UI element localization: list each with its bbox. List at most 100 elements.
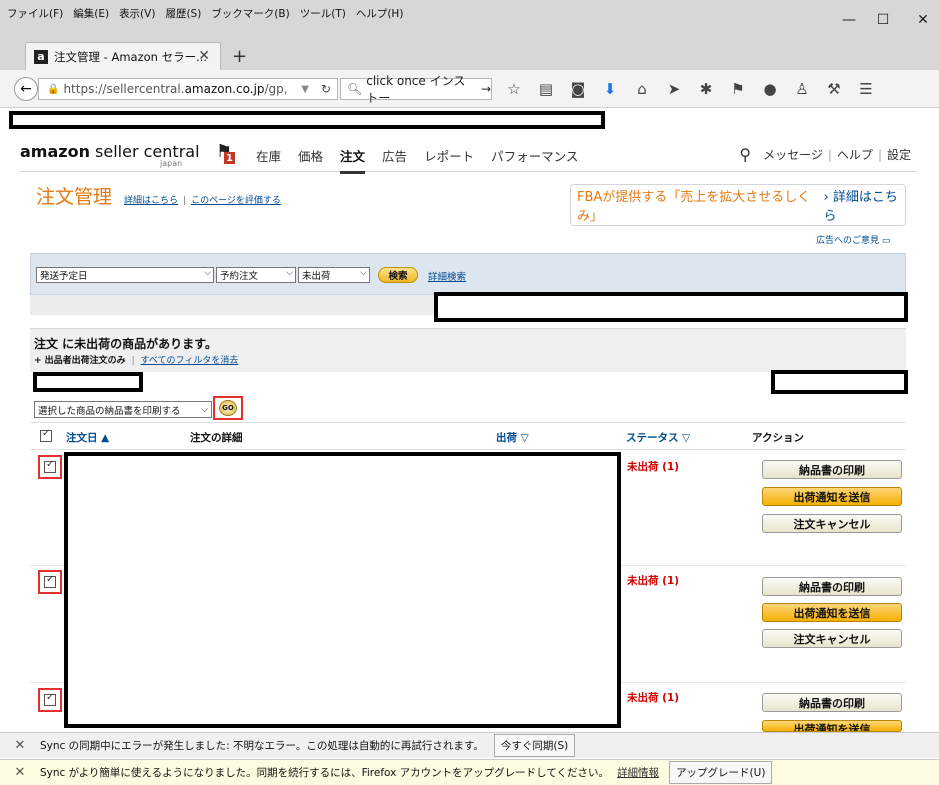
- seller-central-header: amazon seller central japan ⚑1 在庫 価格 注文 …: [20, 138, 917, 174]
- tab-close-icon[interactable]: ✕: [198, 48, 210, 64]
- back-button[interactable]: ←: [14, 77, 38, 101]
- menu-icon[interactable]: ☰: [850, 80, 882, 98]
- col-status[interactable]: ステータス ▽: [626, 430, 690, 445]
- col-order-date[interactable]: 注文日 ▲: [66, 430, 109, 445]
- lock-icon: 🔒: [47, 83, 60, 95]
- status-value: 未出荷: [302, 271, 331, 282]
- link-help[interactable]: ヘルプ: [837, 146, 873, 163]
- cancel-order-button[interactable]: 注文キャンセル: [762, 629, 902, 648]
- translate-icon[interactable]: ⚑: [722, 80, 754, 98]
- reading-list-icon[interactable]: ▤: [530, 80, 562, 98]
- pocket-icon[interactable]: ◙: [562, 80, 594, 98]
- logo-main: amazon: [20, 142, 90, 161]
- table-header: 注文日 ▲ 注文の詳細 出荷 ▽ ステータス ▽ アクション: [30, 422, 906, 450]
- reload-icon[interactable]: ↻: [321, 82, 331, 96]
- logo-region: japan: [160, 159, 183, 168]
- header-right-links: ⚲ メッセージ | ヘルプ | 設定: [739, 145, 911, 164]
- redacted-area: [434, 292, 908, 322]
- link-messages[interactable]: メッセージ: [763, 146, 823, 163]
- back-arrow-icon: ←: [20, 81, 32, 97]
- link-settings[interactable]: 設定: [887, 146, 911, 163]
- link-rate-page[interactable]: このページを評価する: [191, 196, 281, 206]
- amazon-seller-central-logo[interactable]: amazon seller central japan: [20, 142, 200, 168]
- nav-pricing[interactable]: 価格: [298, 146, 323, 174]
- alert-heading: 注文 に未出荷の商品があります。: [34, 337, 217, 351]
- navigation-bar: ← 🔒 https://sellercentral. amazon.co.jp/g…: [0, 70, 939, 108]
- link-details[interactable]: 詳細はこちら: [124, 196, 178, 206]
- url-domain: amazon.co.jp: [184, 82, 265, 96]
- advanced-search-link[interactable]: 詳細検索: [428, 269, 466, 283]
- clear-filters-link[interactable]: すべてのフィルタを消去: [140, 356, 238, 366]
- preorder-value: 予約注文: [220, 271, 259, 282]
- date-filter-select[interactable]: 発送予定日 ⌵: [36, 267, 214, 283]
- search-button[interactable]: 検索: [378, 267, 418, 283]
- chat-icon[interactable]: ●: [754, 80, 786, 98]
- send-icon[interactable]: ➤: [658, 80, 690, 98]
- redacted-area: [33, 372, 143, 392]
- send-shipping-notice-button[interactable]: 出荷通知を送信: [762, 720, 902, 732]
- seller-nav: 在庫 価格 注文 広告 レポート パフォーマンス: [256, 146, 595, 174]
- ad-feedback-link[interactable]: 広告へのご意見 ▭: [816, 233, 890, 246]
- row-checkbox[interactable]: [38, 688, 62, 712]
- menu-history[interactable]: 履歴(S): [160, 6, 206, 21]
- send-shipping-notice-button[interactable]: 出荷通知を送信: [762, 487, 902, 506]
- alert-subline: + 出品者出荷注文のみ | すべてのフィルタを消去: [34, 356, 239, 366]
- row-checkbox[interactable]: [38, 455, 62, 479]
- print-invoice-button[interactable]: 納品書の印刷: [762, 577, 902, 596]
- nav-reports[interactable]: レポート: [424, 146, 474, 174]
- print-invoice-button[interactable]: 納品書の印刷: [762, 460, 902, 479]
- row-status: 未出荷 (1): [627, 692, 680, 704]
- nav-advertising[interactable]: 広告: [382, 146, 407, 174]
- account-icon[interactable]: ♙: [786, 80, 818, 98]
- upgrade-button[interactable]: アップグレード(U): [669, 761, 773, 784]
- print-invoice-button[interactable]: 納品書の印刷: [762, 693, 902, 712]
- toolbar-icons: ☆ ▤ ◙ ⬇ ⌂ ➤ ✱ ⚑ ● ♙ ⚒ ☰: [498, 78, 882, 100]
- cancel-order-button[interactable]: 注文キャンセル: [762, 514, 902, 533]
- url-dropdown-icon[interactable]: ▼: [301, 84, 309, 95]
- menu-file[interactable]: ファイル(F): [2, 6, 68, 21]
- tab-order-management[interactable]: a 注文管理 - Amazon セラー... ✕: [25, 42, 221, 70]
- home-icon[interactable]: ⌂: [626, 80, 658, 98]
- page-title: 注文管理: [36, 186, 113, 208]
- go-button[interactable]: GO: [219, 400, 237, 416]
- status-select[interactable]: 未出荷 ⌵: [298, 267, 370, 283]
- bulk-action-select[interactable]: 選択した商品の納品書を印刷する ⌵: [34, 401, 212, 418]
- sync-upgrade-bar: ✕ Sync がより簡単に使えるようになりました。同期を続行するには、Firef…: [0, 759, 939, 785]
- menu-help[interactable]: ヘルプ(H): [351, 6, 409, 21]
- extension-icon[interactable]: ✱: [690, 80, 722, 98]
- menu-tools[interactable]: ツール(T): [295, 6, 351, 21]
- col-order-details: 注文の詳細: [190, 432, 243, 444]
- flag-icon[interactable]: ⚑1: [216, 141, 235, 164]
- search-bar[interactable]: 🔍︎ click once インストー →: [340, 74, 492, 105]
- fba-promo-banner[interactable]: FBAが提供する「売上を拡大させるしくみ」 › 詳細はこちら: [570, 184, 906, 226]
- sync-now-button[interactable]: 今すぐ同期(S): [493, 734, 576, 757]
- send-shipping-notice-button[interactable]: 出荷通知を送信: [762, 603, 902, 622]
- new-tab-button[interactable]: +: [232, 46, 247, 67]
- search-icon: 🔍︎: [347, 82, 363, 96]
- menubar: ファイル(F) 編集(E) 表示(V) 履歴(S) ブックマーク(B) ツール(…: [0, 0, 939, 26]
- chevron-down-icon: ⌵: [204, 268, 211, 278]
- more-info-link[interactable]: 詳細情報: [617, 765, 659, 780]
- star-icon[interactable]: ☆: [498, 80, 530, 98]
- menu-edit[interactable]: 編集(E): [68, 6, 114, 21]
- download-icon[interactable]: ⬇: [594, 80, 626, 98]
- url-bar[interactable]: 🔒 https://sellercentral. amazon.co.jp/gp,…: [38, 78, 338, 100]
- nav-inventory[interactable]: 在庫: [256, 146, 281, 174]
- search-icon[interactable]: ⚲: [739, 145, 751, 164]
- close-icon[interactable]: ✕: [0, 765, 40, 780]
- redacted-area: [9, 111, 605, 129]
- menu-view[interactable]: 表示(V): [114, 6, 160, 21]
- nav-performance[interactable]: パフォーマンス: [491, 146, 578, 174]
- search-go-icon[interactable]: →: [481, 82, 491, 96]
- tool-icon[interactable]: ⚒: [818, 80, 850, 98]
- menu-bookmarks[interactable]: ブックマーク(B): [206, 6, 294, 21]
- fba-details-link[interactable]: › 詳細はこちら: [823, 186, 905, 224]
- fba-text: FBAが提供する「売上を拡大させるしくみ」: [577, 190, 811, 224]
- preorder-select[interactable]: 予約注文 ⌵: [216, 267, 296, 283]
- close-icon[interactable]: ✕: [0, 738, 40, 753]
- col-shipping[interactable]: 出荷 ▽: [496, 430, 529, 445]
- select-all-checkbox[interactable]: [40, 428, 52, 445]
- row-checkbox[interactable]: [38, 570, 62, 594]
- nav-orders[interactable]: 注文: [340, 146, 366, 174]
- url-suffix: /gp,: [264, 82, 288, 96]
